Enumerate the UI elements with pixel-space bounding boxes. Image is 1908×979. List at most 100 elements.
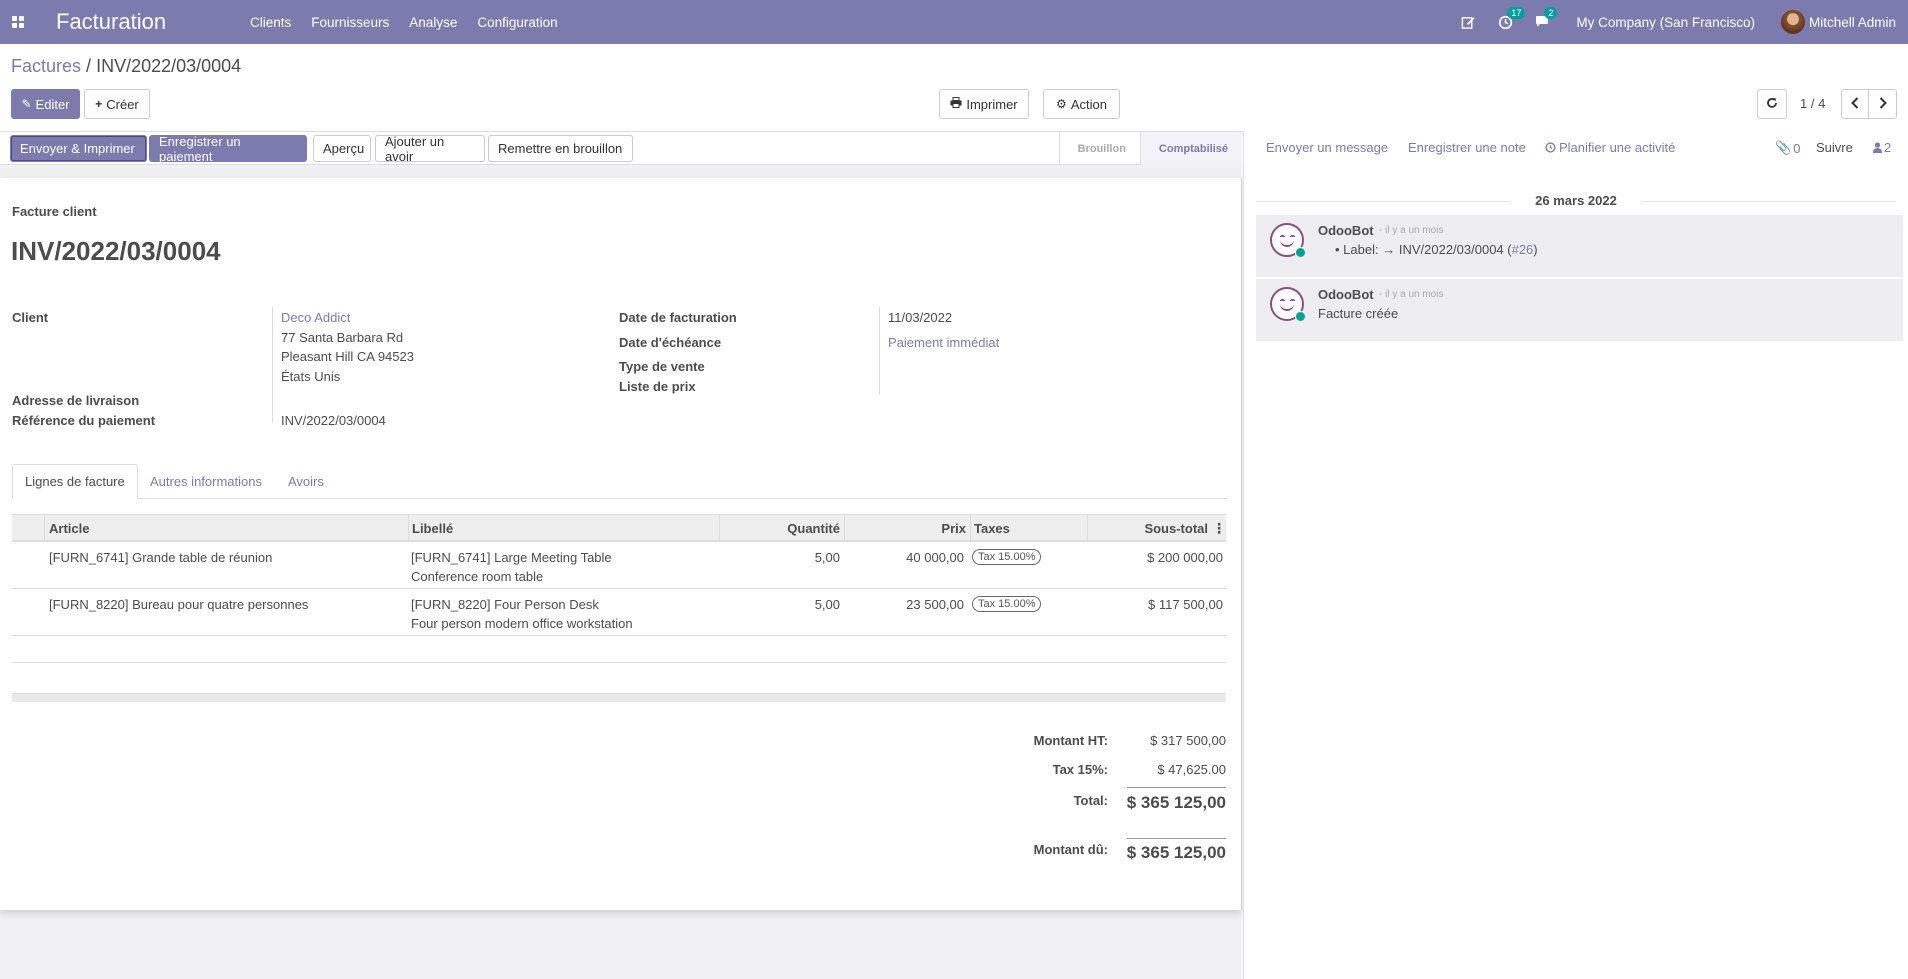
payment-reference-value[interactable]: INV/2022/03/0004 <box>281 413 386 428</box>
col-libelle[interactable]: Libellé <box>408 515 719 541</box>
due-date-label: Date d'échéance <box>619 335 722 350</box>
attachments-button[interactable]: 📎 0 <box>1775 140 1800 156</box>
pricelist-label: Liste de prix <box>619 379 696 394</box>
chevron-right-icon <box>1879 96 1887 112</box>
untaxed-amount-value: $ 317 500,00 <box>1150 733 1226 748</box>
odoobot-avatar[interactable] <box>1270 223 1306 258</box>
breadcrumb-current: INV/2022/03/0004 <box>96 56 242 76</box>
edit-note-icon[interactable] <box>1461 15 1476 30</box>
table-row[interactable]: [FURN_6741] Grande table de réunion [FUR… <box>12 542 1226 589</box>
client-address-line3: États Unis <box>281 369 341 384</box>
total-divider <box>1127 787 1226 788</box>
user-icon <box>1873 142 1882 153</box>
client-label: Client <box>12 310 49 325</box>
total-value: $ 365 125,00 <box>1126 793 1226 812</box>
reset-to-draft-button[interactable]: Remettre en brouillon <box>488 135 633 162</box>
pager-previous-button[interactable] <box>1841 89 1869 119</box>
col-sous-total[interactable]: Sous-total <box>1087 515 1212 541</box>
invoice-type-label: Facture client <box>12 204 97 219</box>
user-name: Mitchell Admin <box>1808 14 1896 30</box>
table-row[interactable]: [FURN_8220] Bureau pour quatre personnes… <box>12 589 1226 636</box>
tax-badge: Tax 15.00% <box>972 596 1042 612</box>
col-quantite[interactable]: Quantité <box>719 515 844 541</box>
field-divider <box>879 307 880 395</box>
due-date-link[interactable]: Paiement immédiat <box>888 335 999 350</box>
user-menu[interactable]: Mitchell Admin <box>1780 10 1896 34</box>
row-tax: Tax 15.00% <box>972 595 1042 612</box>
action-button[interactable]: ⚙ Action <box>1043 89 1120 119</box>
row-subtotal: $ 200 000,00 <box>1147 550 1223 565</box>
row-label: [FURN_8220] Four Person Desk <box>411 597 599 612</box>
invoice-number-title: INV/2022/03/0004 <box>11 236 221 266</box>
invoice-date-value[interactable]: 11/03/2022 <box>888 310 952 325</box>
log-note-link[interactable]: Enregistrer une note <box>1408 140 1526 155</box>
invoice-date-label: Date de facturation <box>619 310 737 325</box>
form-statusbar: Envoyer & Imprimer Enregistrer un paieme… <box>0 131 1242 165</box>
col-taxes[interactable]: Taxes <box>970 515 1087 541</box>
message-author[interactable]: OdooBot <box>1318 223 1374 238</box>
message-author[interactable]: OdooBot <box>1318 287 1374 302</box>
user-avatar <box>1780 10 1805 34</box>
company-switcher[interactable]: My Company (San Francisco) <box>1576 15 1755 30</box>
row-tax: Tax 15.00% <box>972 548 1042 565</box>
menu-analyse[interactable]: Analyse <box>399 15 467 30</box>
gear-icon: ⚙ <box>1056 97 1067 111</box>
tab-credit-notes[interactable]: Avoirs <box>276 464 336 499</box>
edit-button[interactable]: ✎ Editer <box>11 89 80 119</box>
client-address-line1: 77 Santa Barbara Rd <box>281 330 404 345</box>
message-count-badge: 2 <box>1544 7 1558 19</box>
col-prix[interactable]: Prix <box>844 515 970 541</box>
refresh-button[interactable] <box>1757 89 1787 119</box>
menu-fournisseurs[interactable]: Fournisseurs <box>301 15 399 30</box>
stage-brouillon[interactable]: Brouillon <box>1058 132 1140 165</box>
apps-menu-icon[interactable] <box>0 0 36 44</box>
client-link[interactable]: Deco Addict <box>281 310 350 325</box>
total-label: Total: <box>1073 793 1108 808</box>
breadcrumb-separator: / <box>86 56 92 76</box>
amount-due-label: Montant dû: <box>1033 842 1108 857</box>
tax-amount-label: Tax 15%: <box>1052 762 1108 777</box>
tax-amount-value: $ 47,625.00 <box>1157 762 1226 777</box>
activity-count-badge: 17 <box>1507 6 1526 19</box>
activity-clock-icon[interactable]: 17 <box>1498 6 1526 30</box>
register-payment-button[interactable]: Enregistrer un paiement <box>149 134 307 164</box>
followers-button[interactable]: 2 <box>1873 140 1891 155</box>
menu-configuration[interactable]: Configuration <box>467 15 567 30</box>
create-button[interactable]: + Créer <box>84 89 150 119</box>
tracking-value: • Label: → INV/2022/03/0004 (#26) <box>1335 242 1538 257</box>
print-button[interactable]: Imprimer <box>939 89 1029 119</box>
clock-icon <box>1545 142 1556 153</box>
row-quantity: 5,00 <box>814 550 840 565</box>
send-print-button[interactable]: Envoyer & Imprimer <box>10 135 147 162</box>
empty-row <box>12 636 1226 663</box>
preview-button[interactable]: Aperçu <box>313 135 371 162</box>
odoobot-avatar[interactable] <box>1270 287 1306 322</box>
pager-next-button[interactable] <box>1868 89 1897 119</box>
app-name[interactable]: Facturation <box>56 9 216 35</box>
chatter-message: OdooBot - il y a un mois Facture créée <box>1256 279 1903 341</box>
message-time: - il y a un mois <box>1379 225 1444 236</box>
optional-columns-icon[interactable]: ⋮ <box>1212 515 1226 541</box>
message-body: Facture créée <box>1318 306 1399 321</box>
breadcrumb-factures[interactable]: Factures <box>11 56 81 76</box>
messages-icon[interactable]: 2 <box>1535 7 1558 29</box>
record-link[interactable]: #26 <box>1512 242 1534 257</box>
row-price: 23 500,00 <box>906 597 964 612</box>
tab-invoice-lines[interactable]: Lignes de facture <box>12 464 138 499</box>
message-time: - il y a un mois <box>1379 289 1444 300</box>
pager-value[interactable]: 1 / 4 <box>1800 96 1825 111</box>
table-footer <box>12 693 1226 702</box>
amount-due-divider <box>1127 838 1226 839</box>
col-article[interactable]: Article <box>44 515 406 541</box>
amount-due-value: $ 365 125,00 <box>1126 843 1226 862</box>
schedule-activity-link[interactable]: Planifier une activité <box>1545 140 1675 155</box>
row-label-description: Four person modern office workstation <box>411 616 633 631</box>
send-message-link[interactable]: Envoyer un message <box>1266 140 1388 155</box>
add-credit-note-button[interactable]: Ajouter un avoir <box>375 134 485 164</box>
tab-other-info[interactable]: Autres informations <box>138 464 274 499</box>
follow-button[interactable]: Suivre <box>1816 140 1853 155</box>
untaxed-amount-label: Montant HT: <box>1033 733 1108 748</box>
menu-clients[interactable]: Clients <box>240 15 301 30</box>
paperclip-icon: 📎 <box>1775 140 1792 155</box>
row-price: 40 000,00 <box>906 550 964 565</box>
